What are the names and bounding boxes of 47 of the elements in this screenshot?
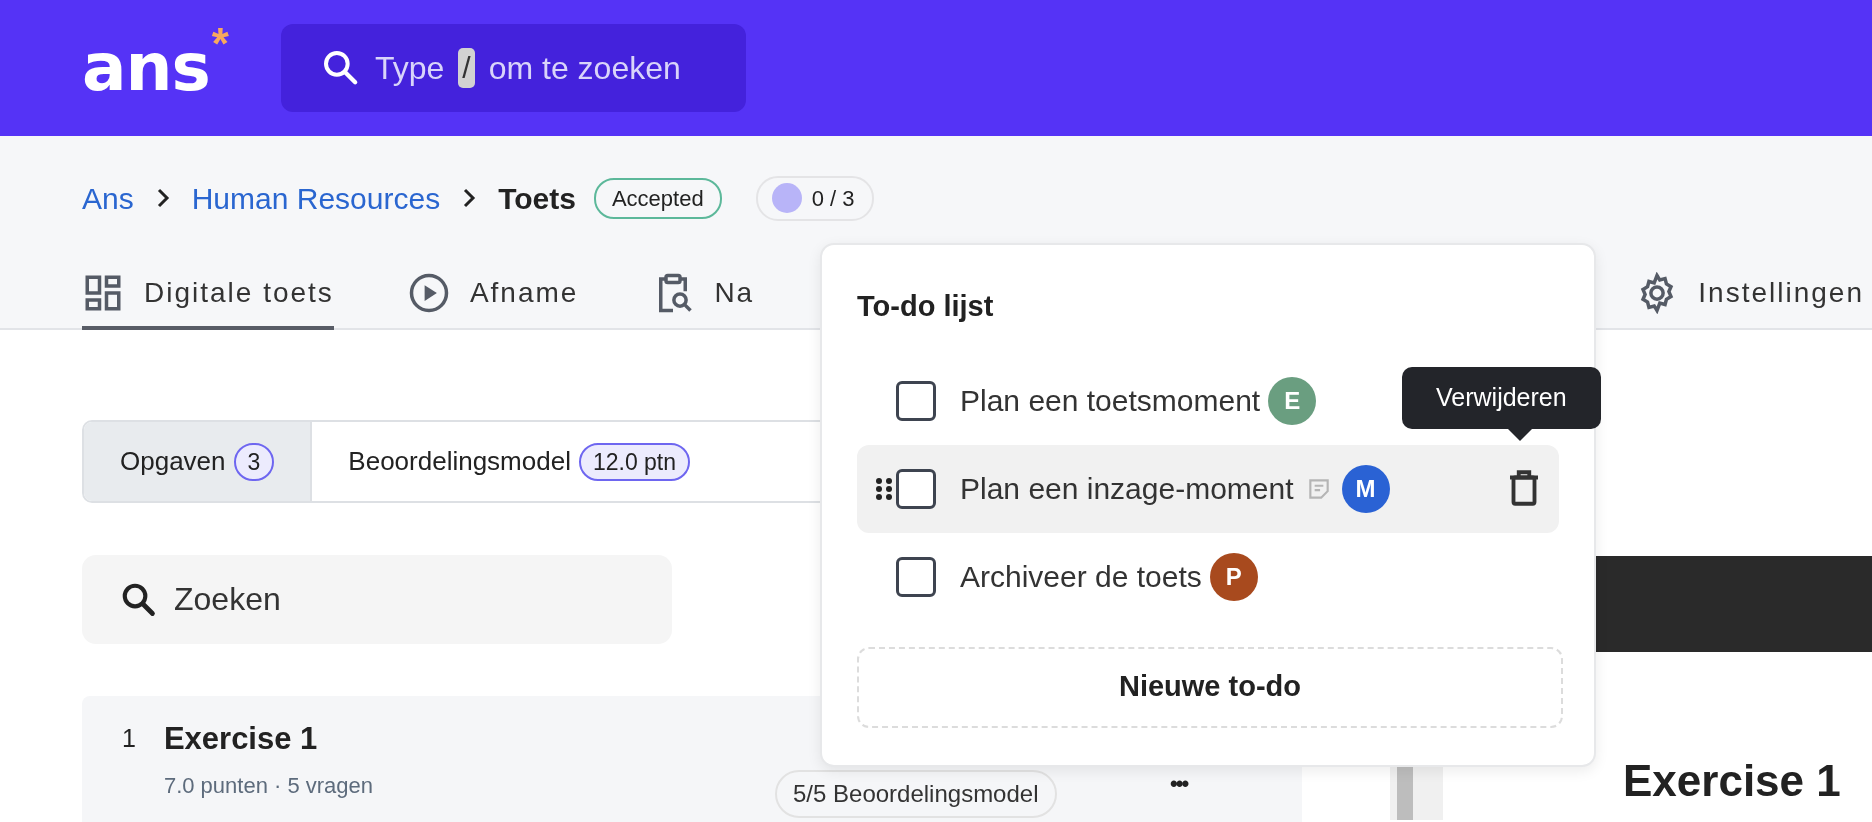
breadcrumb-current: Toets bbox=[498, 180, 576, 217]
chevron-icon bbox=[155, 188, 170, 208]
nav-tab[interactable]: Digitale toets bbox=[82, 260, 334, 330]
tooltip: Verwijderen bbox=[1402, 367, 1601, 429]
nav-tab[interactable]: Na bbox=[652, 260, 755, 330]
progress-count: 0 / 3 bbox=[811, 184, 855, 213]
key-hint: / bbox=[458, 48, 475, 88]
preview-title: Exercise 1 bbox=[1623, 755, 1841, 807]
search-input[interactable]: Zoeken bbox=[172, 569, 652, 630]
count-badge: 3 bbox=[233, 442, 275, 481]
search-field[interactable]: Zoeken bbox=[82, 555, 672, 644]
play-icon bbox=[407, 272, 450, 314]
todo-item[interactable]: Archiveer de toets P bbox=[857, 532, 1559, 621]
todo-item[interactable]: Plan een inzage-moment M bbox=[857, 444, 1559, 533]
count-badge: 12.0 ptn bbox=[578, 442, 691, 481]
search-hint: Type bbox=[374, 49, 445, 88]
search-bar[interactable]: Type / om te zoeken bbox=[280, 24, 746, 112]
search-hint: om te zoeken bbox=[488, 49, 681, 88]
new-todo-button[interactable]: Nieuwe to-do bbox=[857, 646, 1563, 728]
progress-pill[interactable]: 0 / 3 bbox=[755, 175, 875, 221]
model-pill[interactable]: 5/5 Beoordelingsmodel bbox=[775, 770, 1057, 818]
exercise-number: 1 bbox=[122, 723, 136, 754]
avatar: M bbox=[1341, 464, 1390, 513]
drag-handle-icon[interactable] bbox=[874, 476, 894, 501]
chevron-icon bbox=[462, 188, 477, 208]
exercise-meta: 7.0 punten · 5 vragen bbox=[163, 771, 374, 800]
logo-mark: * bbox=[211, 22, 229, 66]
todo-label: Plan een inzage-moment bbox=[960, 471, 1294, 507]
tooltip-arrow bbox=[1508, 428, 1532, 441]
logo[interactable]: ans bbox=[82, 35, 210, 101]
checkbox[interactable] bbox=[896, 380, 936, 421]
popover-title: To-do lijst bbox=[857, 289, 995, 324]
todo-label: Plan een toetsmoment bbox=[960, 383, 1261, 419]
avatar: P bbox=[1209, 552, 1258, 601]
status-badge: Accepted bbox=[593, 177, 722, 219]
progress-dot-icon bbox=[771, 183, 802, 213]
avatar: E bbox=[1268, 376, 1317, 425]
breadcrumb-link[interactable]: Human Resources bbox=[191, 175, 441, 221]
segment-tab[interactable]: Opgaven 3 bbox=[84, 422, 313, 501]
nav-tab[interactable]: Instellingen bbox=[1636, 260, 1864, 330]
exercise-title: Exercise 1 bbox=[163, 720, 319, 758]
todo-label: Archiveer de toets bbox=[960, 559, 1202, 595]
more-menu[interactable]: ••• bbox=[1170, 770, 1188, 799]
checkbox[interactable] bbox=[896, 556, 936, 597]
checkbox[interactable] bbox=[896, 468, 936, 509]
nav-tab[interactable]: Afname bbox=[407, 260, 579, 330]
breadcrumb-link[interactable]: Ans bbox=[82, 175, 134, 221]
